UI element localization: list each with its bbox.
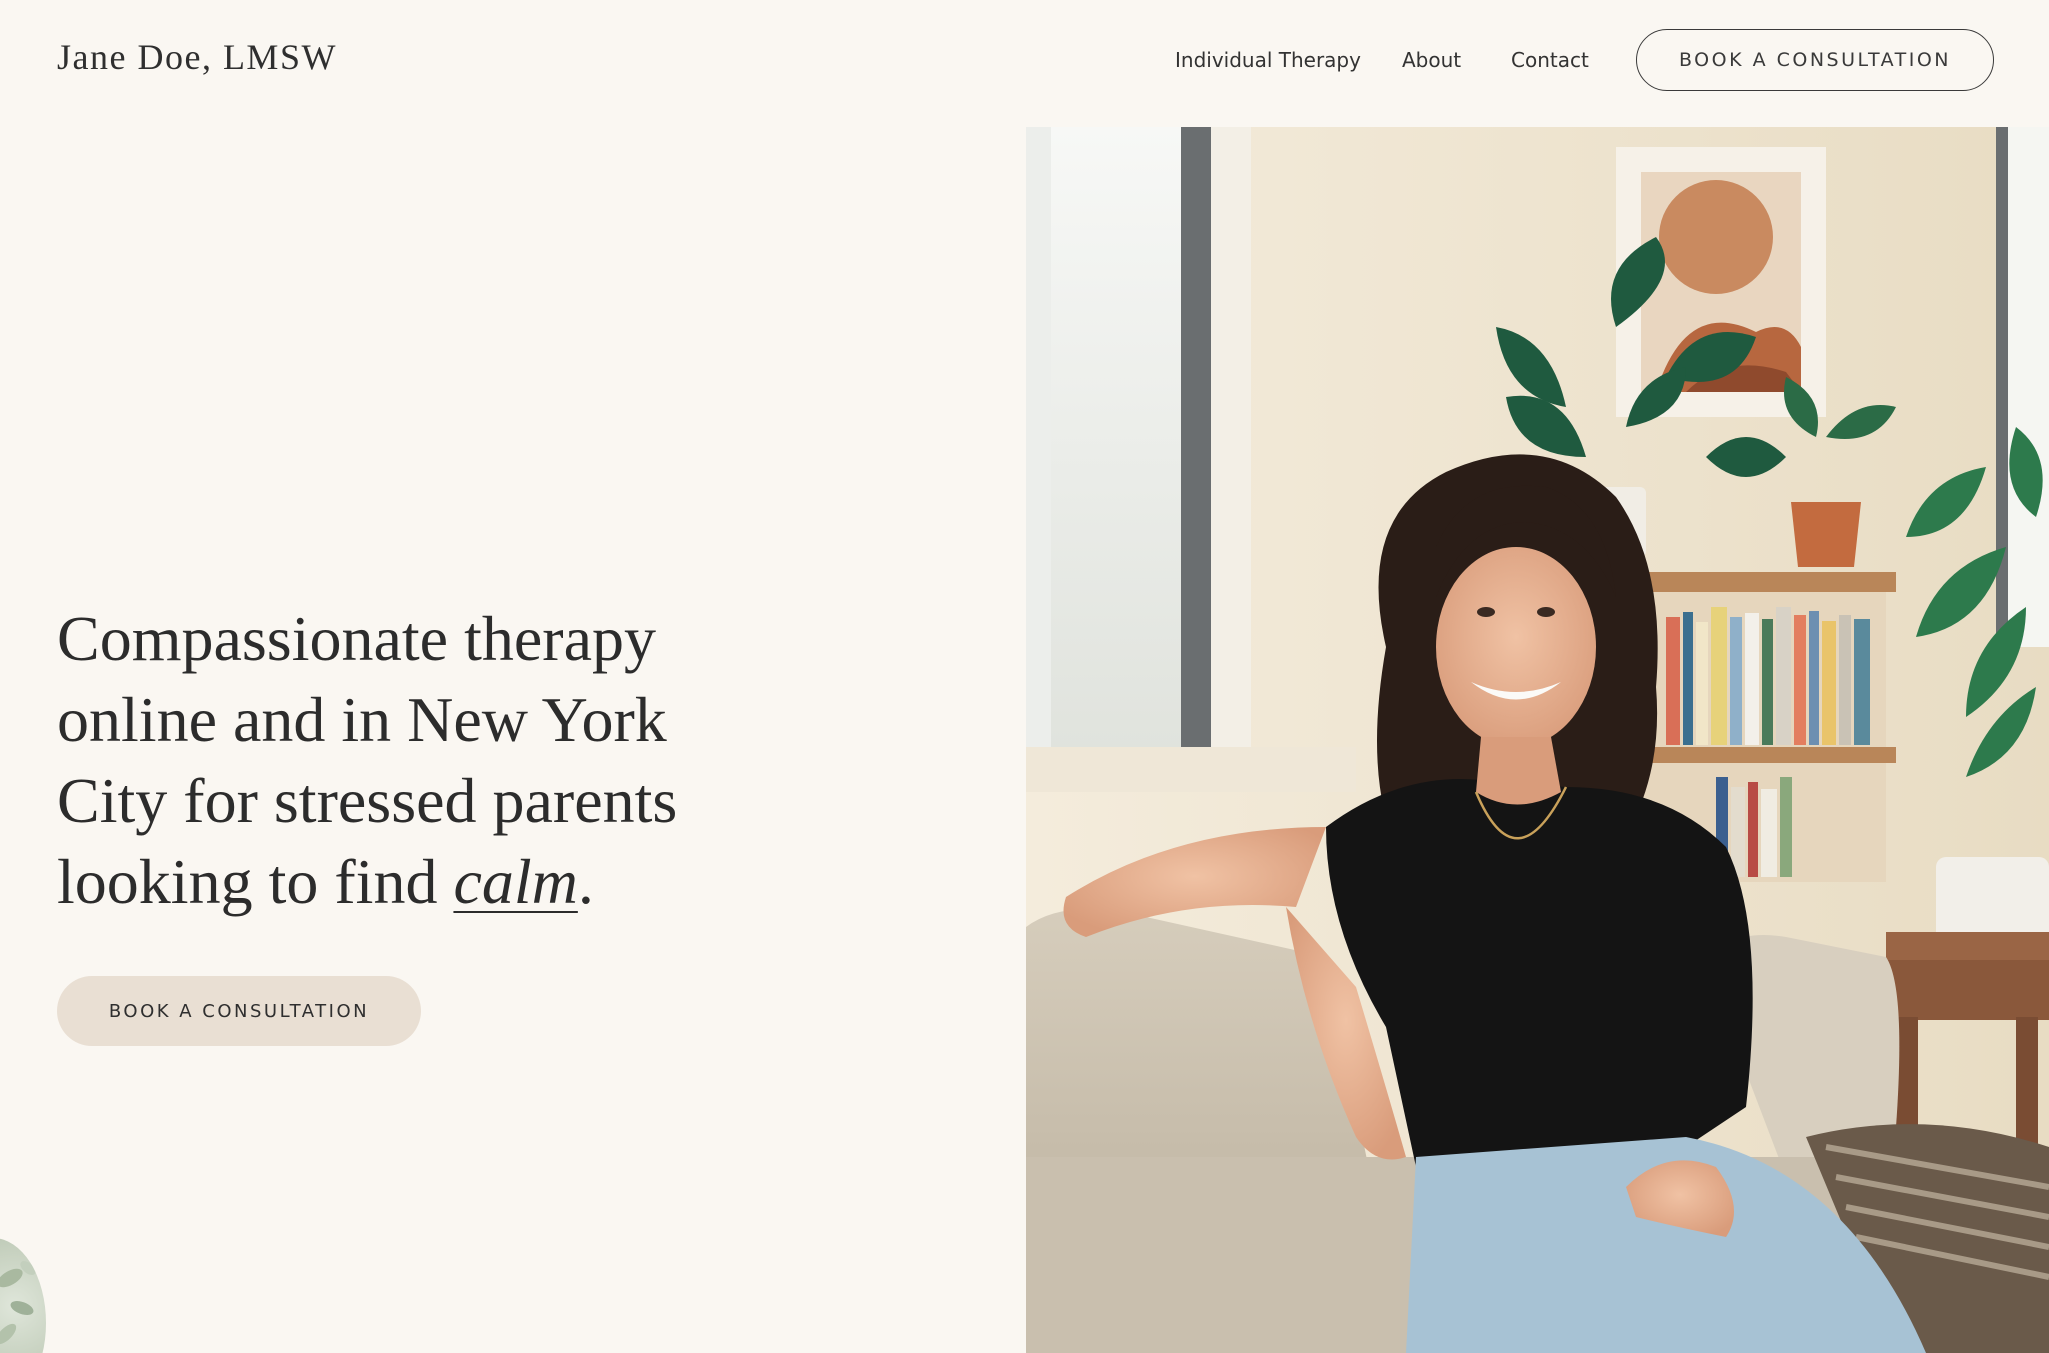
therapist-photo-illustration [1026,127,2049,1353]
hero-heading-period: . [577,846,594,917]
hero-heading-accent: calm [453,846,578,917]
site-header: Jane Doe, LMSW Individual Therapy About … [0,0,2049,120]
plant-leaves-icon [0,1238,46,1353]
header-book-consultation-button[interactable]: BOOK A CONSULTATION [1636,29,1994,91]
hero-book-consultation-button[interactable]: BOOK A CONSULTATION [57,976,421,1046]
therapist-photo [1026,127,2049,1353]
hero-heading: Compassionate therapy online and in New … [57,598,757,922]
nav-link-about[interactable]: About [1402,48,1461,72]
site-logo[interactable]: Jane Doe, LMSW [57,36,337,78]
nav-link-individual-therapy[interactable]: Individual Therapy [1175,48,1361,72]
nav-link-contact[interactable]: Contact [1511,48,1589,72]
